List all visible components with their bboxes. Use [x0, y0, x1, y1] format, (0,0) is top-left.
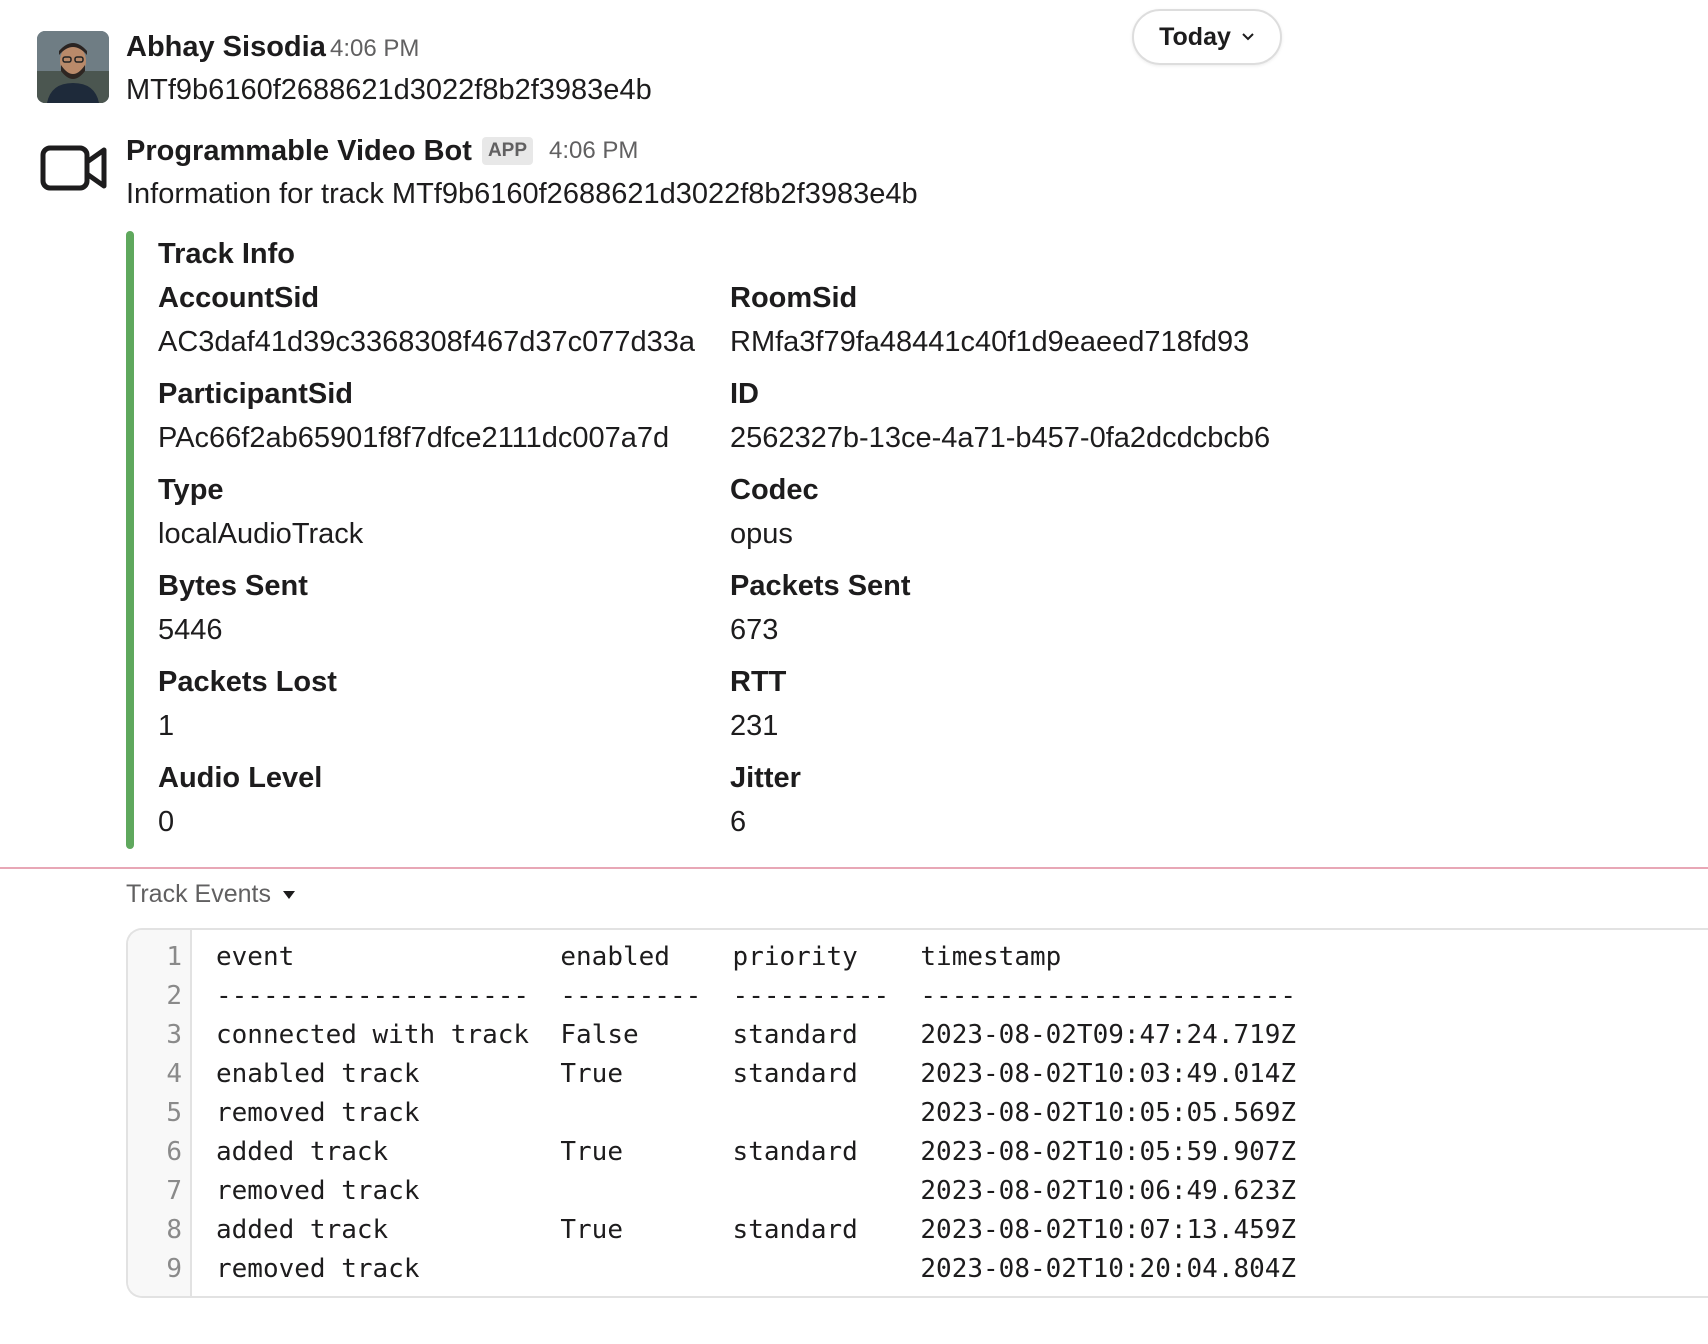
attachment-title: Track Info	[158, 238, 295, 270]
field-label: Jitter	[730, 762, 801, 794]
field-value: 673	[730, 614, 779, 646]
code-line: -------------------- --------- ---------…	[216, 981, 1297, 1011]
field-label: RTT	[730, 666, 787, 698]
field-value: localAudioTrack	[158, 518, 364, 550]
field-value: 1	[158, 710, 175, 742]
code-line: removed track 2023-08-02T10:06:49.623Z	[216, 1176, 1297, 1206]
line-number: 8	[166, 1215, 182, 1245]
field-label: Audio Level	[158, 762, 323, 794]
attachment-accent-bar	[126, 231, 134, 849]
line-number: 7	[166, 1176, 182, 1206]
chevron-down-icon	[1242, 33, 1254, 41]
field-value: 5446	[158, 614, 223, 646]
code-line: enabled track True standard 2023-08-02T1…	[216, 1059, 1297, 1089]
field-value: RMfa3f79fa48441c40f1d9eaeed718fd93	[730, 326, 1250, 358]
field-value: 6	[730, 806, 747, 838]
field-value: 2562327b-13ce-4a71-b457-0fa2dcdcbcb6	[730, 422, 1271, 454]
user-photo	[37, 31, 109, 103]
line-number: 9	[166, 1254, 182, 1284]
field-value: 0	[158, 806, 175, 838]
message-sender[interactable]: Abhay Sisodia	[126, 30, 326, 64]
field-label: Codec	[730, 474, 819, 506]
field-value: opus	[730, 518, 793, 550]
field-label: Bytes Sent	[158, 570, 308, 602]
snippet-title[interactable]: Track Events	[126, 880, 271, 909]
field-label: AccountSid	[158, 282, 320, 314]
avatar[interactable]	[37, 31, 109, 103]
message-timestamp[interactable]: 4:06 PM	[330, 32, 419, 66]
line-number: 4	[166, 1059, 182, 1089]
field-label: ParticipantSid	[158, 378, 353, 410]
triangle-down-icon[interactable]	[281, 889, 297, 901]
line-number: 1	[166, 942, 182, 972]
code-line: added track True standard 2023-08-02T10:…	[216, 1215, 1297, 1245]
line-number: 3	[166, 1020, 182, 1050]
new-messages-divider	[0, 867, 1708, 869]
message-timestamp[interactable]: 4:06 PM	[549, 134, 638, 168]
field-label: RoomSid	[730, 282, 858, 314]
message-text: Information for track MTf9b6160f2688621d…	[126, 178, 918, 210]
video-camera-icon	[40, 145, 107, 191]
field-label: ID	[730, 378, 759, 410]
line-number: 5	[166, 1098, 182, 1128]
message-sender[interactable]: Programmable Video Bot	[126, 134, 472, 168]
code-line: event enabled priority timestamp	[216, 942, 1062, 972]
field-value: AC3daf41d39c3368308f467d37c077d33a	[158, 326, 695, 358]
bot-avatar[interactable]	[40, 142, 108, 199]
field-value: 231	[730, 710, 779, 742]
code-line: removed track 2023-08-02T10:05:05.569Z	[216, 1098, 1297, 1128]
line-number: 6	[166, 1137, 182, 1167]
app-badge: APP	[481, 137, 534, 165]
code-line: added track True standard 2023-08-02T10:…	[216, 1137, 1297, 1167]
code-line: connected with track False standard 2023…	[216, 1020, 1297, 1050]
code-line: removed track 2023-08-02T10:20:04.804Z	[216, 1254, 1297, 1284]
field-label: Packets Lost	[158, 666, 337, 698]
date-label: Today	[1159, 22, 1231, 51]
field-value: PAc66f2ab65901f8f7dfce2111dc007a7d	[158, 422, 670, 454]
snippet-header[interactable]: Track Events	[126, 880, 297, 909]
line-number: 2	[166, 981, 182, 1011]
date-jump-button[interactable]: Today	[1132, 9, 1282, 65]
message-text: MTf9b6160f2688621d3022f8b2f3983e4b	[126, 74, 652, 106]
field-label: Packets Sent	[730, 570, 911, 602]
field-label: Type	[158, 474, 224, 506]
